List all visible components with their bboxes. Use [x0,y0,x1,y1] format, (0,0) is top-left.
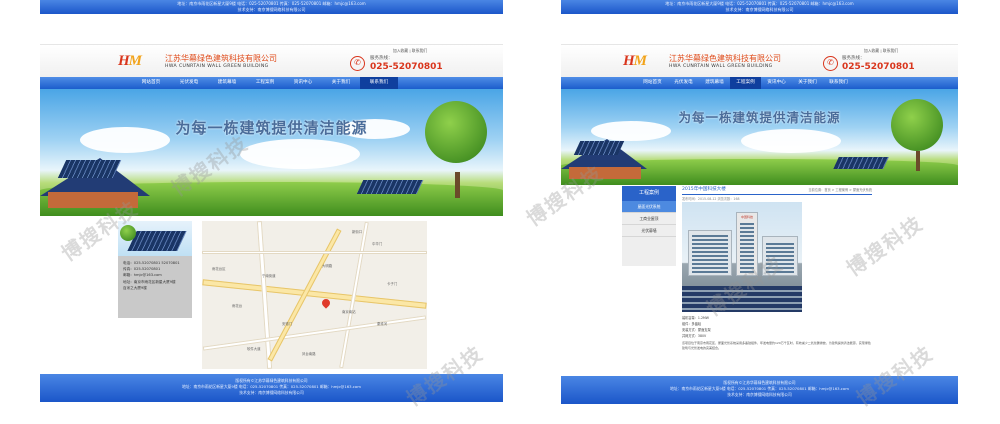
contact-info-box: 电话：025-52070801 52070801 传真：025-52070801… [118,256,192,318]
sidebar-item-commercial[interactable]: 工商业屋顶 [622,213,676,225]
spec-mounting: 安装方式：屋面支架 [682,328,711,332]
nav-item-cases[interactable]: 工程案例 [730,77,761,89]
spec-module: 组件：多晶硅 [682,322,702,326]
spec-capacity: 装机容量：1.2MW [682,316,709,320]
main-nav: 网站首页 光伏发电 建筑幕墙 工程案例 资讯中心 关于我们 联系我们 [40,77,503,89]
location-pin-icon[interactable] [320,297,332,309]
building-sign: 中国科技 [740,215,753,219]
title-divider [682,194,872,195]
top-footer-credit: 技术支持：南京博搜网络科技有限公司 [237,7,306,12]
nav-item-home[interactable]: 网站首页 [132,77,170,89]
sidebar-item-rooftop[interactable]: 屋面光伏系统 [622,201,676,213]
top-footer-right: 地址：南京市雨花区新星大厦9楼 电话：025-52070801 传真：025-5… [561,0,958,14]
nav-item-about[interactable]: 关于我们 [792,77,823,89]
site-header: HM 江苏华幕绿色建筑科技有限公司 HWA CUNRTAIN WALL GREE… [40,44,503,77]
nav-item-curtain-wall[interactable]: 建筑幕墙 [208,77,246,89]
nav-item-news[interactable]: 资讯中心 [761,77,792,89]
article-body: 该项目位于南京市雨花区，屋面光伏系统采用多晶硅组件，年发电量约120万千瓦时，有… [682,341,871,350]
company-name-en: HWA CUNRTAIN WALL GREEN BUILDING [165,64,269,69]
sidebar: 工程案例 屋面光伏系统 工商业屋顶 光伏幕墙 [622,186,676,266]
company-name-cn: 江苏华幕绿色建筑科技有限公司 [669,54,781,63]
phone-number: 025-52070801 [842,62,915,72]
nav-item-about[interactable]: 关于我们 [322,77,360,89]
contact-address-2: 百米之大厦9楼 [123,285,147,290]
hero-banner: 为每一栋建筑提供清洁能源 [40,89,503,216]
company-logo[interactable]: HM [118,53,142,70]
phone-number: 025-52070801 [370,62,443,72]
hero-banner-right: 为每一栋建筑提供清洁能源 [561,89,958,185]
sidebar-title: 工程案例 [622,186,676,201]
main-nav-right: 网站首页 光伏发电 建筑幕墙 工程案例 资讯中心 关于我们 联系我们 [561,77,958,89]
top-links[interactable]: 加入收藏 | 联系我们 [864,48,898,54]
nav-item-contact[interactable]: 联系我们 [823,77,854,89]
sidebar-item-pv-curtain[interactable]: 光伏幕墙 [622,225,676,237]
footer-credit: 技术支持：南京博搜网络科技有限公司 [727,392,792,397]
breadcrumb[interactable]: 当前位置：首页 > 工程案例 > 屋面光伏系统 [808,187,872,192]
phone-icon: ✆ [823,56,838,71]
nav-item-contact[interactable]: 联系我们 [360,77,398,89]
nav-item-curtain-wall[interactable]: 建筑幕墙 [699,77,730,89]
spec-grid: 并网方式：380V [682,334,707,338]
top-footer: 地址：南京市雨花区新星大厦9楼 电话：025-52070801 传真：025-5… [40,0,503,14]
nav-item-solar[interactable]: 光伏发电 [668,77,699,89]
phone-label: 服务热线： [370,56,393,61]
phone-label: 服务热线： [842,56,865,61]
nav-item-home[interactable]: 网站首页 [637,77,668,89]
top-links[interactable]: 加入收藏 | 联系我们 [393,48,427,54]
company-name-en: HWA CUNRTAIN WALL GREEN BUILDING [669,64,773,69]
company-name-cn: 江苏华幕绿色建筑科技有限公司 [165,54,277,63]
nav-item-news[interactable]: 资讯中心 [284,77,322,89]
solar-panel-thumbnail [118,221,192,256]
article-meta: 发布时间：2015-08-12 浏览次数：168 [682,197,740,201]
article-title: 2015年中国科技大楼 [682,187,726,192]
nav-item-cases[interactable]: 工程案例 [246,77,284,89]
site-header-right: HM 江苏华幕绿色建筑科技有限公司 HWA CUNRTAIN WALL GREE… [561,44,958,77]
location-map[interactable]: 雨花台区 宁南街道 大明路 中华门 雨花台 南京南站 安德门 软件大道 凤台南路… [202,221,427,369]
nav-item-solar[interactable]: 光伏发电 [170,77,208,89]
tree-illustration [425,101,487,163]
company-logo[interactable]: HM [623,53,647,70]
phone-icon: ✆ [350,56,365,71]
